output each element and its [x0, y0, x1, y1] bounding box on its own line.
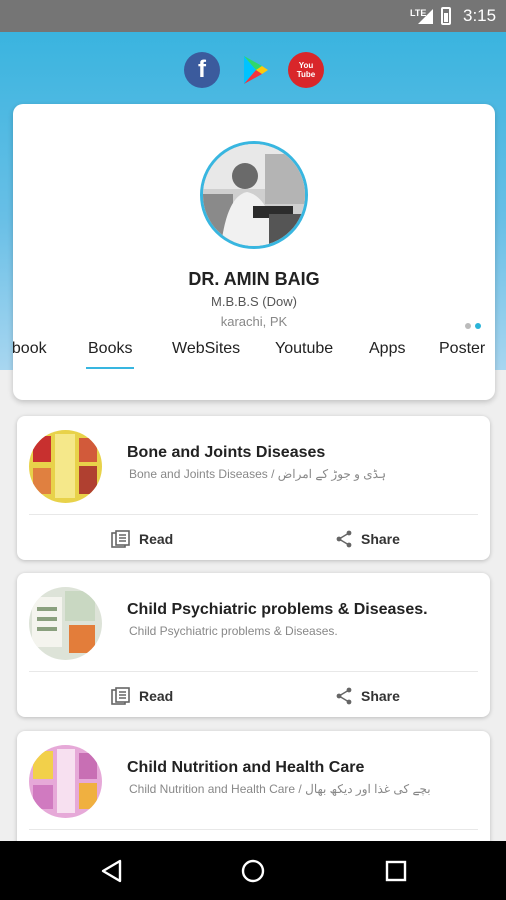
tab-poster[interactable]: Poster — [439, 340, 485, 358]
page-dot — [465, 323, 471, 329]
google-play-icon[interactable] — [237, 52, 273, 88]
book-cover — [29, 430, 102, 503]
share-icon — [336, 530, 352, 548]
tab-apps[interactable]: Apps — [369, 340, 405, 358]
tab-websites[interactable]: WebSites — [172, 340, 240, 358]
share-label: Share — [361, 688, 400, 704]
clock: 3:15 — [463, 6, 497, 25]
status-bar: LTE 3:15 — [0, 0, 506, 32]
navigation-bar — [0, 841, 506, 900]
read-button[interactable]: Read — [111, 687, 173, 705]
book-card[interactable]: Child Psychiatric problems & Diseases. C… — [17, 573, 490, 717]
tab-bar: ebook Books WebSites Youtube Apps Poster — [13, 338, 495, 378]
page-dot-active — [475, 323, 481, 329]
youtube-icon[interactable]: You Tube — [288, 52, 324, 88]
book-subtitle: Child Psychiatric problems & Diseases. — [129, 624, 338, 638]
google-play-glyph — [244, 56, 268, 84]
signal-icon — [418, 9, 433, 24]
avatar — [200, 141, 308, 249]
avatar-photo — [203, 144, 305, 246]
book-subtitle: Child Nutrition and Health Care / بچے کی… — [129, 782, 431, 796]
book-cover — [29, 745, 102, 818]
share-button[interactable]: Share — [335, 687, 400, 705]
youtube-label-line2: Tube — [296, 70, 316, 79]
tab-youtube[interactable]: Youtube — [275, 340, 333, 358]
read-icon — [111, 530, 130, 548]
profile-location: karachi, PK — [220, 314, 288, 329]
facebook-glyph: f — [198, 56, 206, 83]
divider — [29, 671, 478, 672]
book-cover — [29, 587, 102, 660]
read-label: Read — [139, 531, 174, 547]
divider — [29, 829, 478, 830]
book-cover-art — [29, 430, 102, 503]
book-title: Bone and Joints Diseases — [127, 444, 326, 461]
facebook-icon[interactable]: f — [184, 52, 220, 88]
book-cover-art — [29, 745, 102, 818]
share-button[interactable]: Share — [335, 530, 400, 548]
back-icon[interactable] — [99, 858, 125, 884]
battery-icon — [441, 7, 451, 25]
book-cover-art — [29, 587, 102, 660]
youtube-label-line1: You — [298, 61, 314, 70]
youtube-label: You Tube — [297, 61, 316, 79]
profile-name: DR. AMIN BAIG — [188, 269, 320, 289]
read-button[interactable]: Read — [111, 530, 173, 548]
book-subtitle: Bone and Joints Diseases / ہڈی و جوڑ کے … — [129, 467, 386, 481]
read-icon — [111, 687, 130, 705]
tab-ebook[interactable]: ebook — [13, 340, 47, 358]
divider — [29, 514, 478, 515]
page-indicator — [465, 323, 481, 329]
profile-card: DR. AMIN BAIG M.B.B.S (Dow) karachi, PK … — [13, 104, 495, 400]
recents-icon[interactable] — [383, 858, 409, 884]
book-title: Child Psychiatric problems & Diseases. — [127, 601, 428, 618]
book-title: Child Nutrition and Health Care — [127, 759, 365, 776]
home-icon[interactable] — [240, 858, 266, 884]
tab-books[interactable]: Books — [85, 340, 135, 369]
book-card[interactable]: Bone and Joints Diseases Bone and Joints… — [17, 416, 490, 560]
share-icon — [336, 687, 352, 705]
share-label: Share — [361, 531, 400, 547]
profile-degree: M.B.B.S (Dow) — [211, 294, 297, 309]
read-label: Read — [139, 688, 174, 704]
